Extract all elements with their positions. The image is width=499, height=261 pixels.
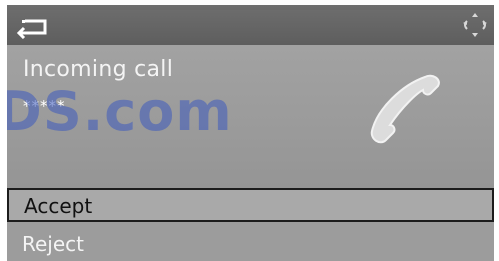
call-status-title: Incoming call [23,57,174,82]
phone-screen: Incoming call ***** DS.com Accept Reject [7,5,494,261]
watermark-text: DS.com [7,80,233,143]
navigation-arrows-icon [463,13,487,37]
back-arrow-icon[interactable] [15,11,55,39]
incoming-call-panel: Incoming call ***** DS.com [7,45,494,188]
phone-handset-icon [370,74,440,144]
call-action-menu: Accept Reject [7,188,494,261]
accept-call-button[interactable]: Accept [7,188,494,222]
top-bar [7,5,494,45]
reject-call-button[interactable]: Reject [7,228,494,261]
